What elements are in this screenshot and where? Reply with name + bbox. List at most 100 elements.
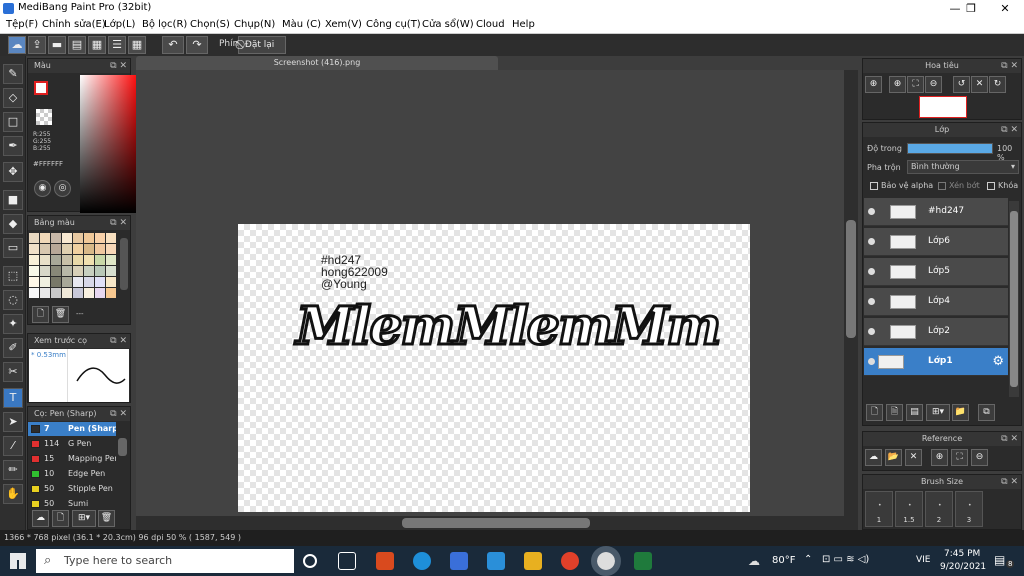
select-rect-icon[interactable]: ⬚ bbox=[3, 266, 23, 286]
grid-icon[interactable]: ▦ bbox=[128, 36, 146, 54]
brush-add-icon[interactable]: ⊞▾ bbox=[72, 510, 96, 527]
menu-view[interactable]: Xem(V) bbox=[325, 19, 362, 30]
move-tool-icon[interactable]: ✥ bbox=[3, 162, 23, 182]
panel-buttons-icon[interactable]: ⧉ ✕ bbox=[110, 59, 127, 73]
menu-layer[interactable]: Lớp(L) bbox=[104, 19, 135, 30]
layer-scrollbar[interactable] bbox=[1009, 201, 1019, 397]
menu-filter[interactable]: Bộ lọc(R) bbox=[142, 19, 187, 30]
panel-buttons-icon[interactable]: ⧉ ✕ bbox=[110, 216, 127, 230]
medibang-taskbar-icon[interactable] bbox=[591, 546, 621, 576]
ref-zoom-out-icon[interactable]: ⊖ bbox=[971, 449, 988, 466]
tray-icons[interactable]: ⊡ ▭ ≋ ◁) bbox=[822, 554, 869, 565]
palette-add-icon[interactable]: ◎ bbox=[54, 180, 71, 197]
menu-cloud[interactable]: Cloud bbox=[476, 19, 505, 30]
brush-size-cell[interactable]: • 1.5 bbox=[895, 491, 923, 527]
palette-swatch[interactable] bbox=[51, 233, 61, 243]
brush-add-cloud-icon[interactable]: ☁ bbox=[32, 510, 49, 527]
language-indicator[interactable]: VIE bbox=[916, 555, 931, 565]
palette-swatch[interactable] bbox=[62, 233, 72, 243]
duplicate-layer-icon[interactable]: ⧉ bbox=[978, 404, 995, 421]
eye-icon[interactable] bbox=[868, 358, 875, 365]
ref-cloud-icon[interactable]: ☁ bbox=[865, 449, 882, 466]
rotate-right-icon[interactable]: ↻ bbox=[989, 76, 1006, 93]
palette-swatch[interactable] bbox=[106, 233, 116, 243]
store-icon[interactable] bbox=[450, 552, 468, 570]
document-icon[interactable]: ▦ bbox=[88, 36, 106, 54]
palette-swatch[interactable] bbox=[51, 266, 61, 276]
palette-swatch[interactable] bbox=[106, 288, 116, 298]
eye-icon[interactable] bbox=[868, 328, 875, 335]
horizontal-scroll-thumb[interactable] bbox=[402, 518, 590, 528]
palette-swatch[interactable] bbox=[40, 255, 50, 265]
palette-swatch[interactable] bbox=[29, 288, 39, 298]
palette-swatch[interactable] bbox=[51, 277, 61, 287]
chrome-icon[interactable] bbox=[561, 552, 579, 570]
palette-swatch[interactable] bbox=[62, 288, 72, 298]
panel-buttons-icon[interactable]: ⧉ ✕ bbox=[1001, 475, 1018, 489]
clipping-checkbox[interactable] bbox=[938, 182, 946, 190]
select-pen-icon[interactable]: ✐ bbox=[3, 338, 23, 358]
brush-item[interactable]: 10 Edge Pen bbox=[28, 467, 116, 481]
mail-icon[interactable] bbox=[487, 552, 505, 570]
brush-item[interactable]: 50 Stipple Pen bbox=[28, 482, 116, 496]
palette-swatch[interactable] bbox=[95, 277, 105, 287]
palette-swatch[interactable] bbox=[84, 255, 94, 265]
cortana-icon[interactable] bbox=[303, 554, 317, 568]
horizontal-scrollbar[interactable] bbox=[136, 516, 858, 530]
ref-close-icon[interactable]: ✕ bbox=[905, 449, 922, 466]
palette-swatch[interactable] bbox=[73, 288, 83, 298]
zoom-in-2-icon[interactable]: ⊕ bbox=[889, 76, 906, 93]
text-tool-icon[interactable]: T bbox=[3, 388, 23, 408]
taskbar-search-input[interactable]: ⌕ Type here to search bbox=[36, 549, 294, 573]
tray-chevron-icon[interactable]: ⌃ bbox=[804, 554, 812, 565]
folder-icon[interactable]: 📁 bbox=[952, 404, 969, 421]
palette-swatch[interactable] bbox=[62, 266, 72, 276]
zoom-in-icon[interactable]: ⊕ bbox=[865, 76, 882, 93]
close-button[interactable]: ✕ bbox=[990, 0, 1020, 17]
menu-capture[interactable]: Chụp(N) bbox=[234, 19, 275, 30]
palette-swatch[interactable] bbox=[84, 277, 94, 287]
layer-scroll-thumb[interactable] bbox=[1010, 211, 1018, 387]
palette-swatch[interactable] bbox=[95, 288, 105, 298]
gear-icon[interactable]: ⚙ bbox=[992, 354, 1004, 369]
brush-item[interactable]: 50 Sumi bbox=[28, 497, 116, 511]
panel-buttons-icon[interactable]: ⧉ ✕ bbox=[1001, 432, 1018, 446]
lock-checkbox[interactable] bbox=[987, 182, 995, 190]
menu-file[interactable]: Tệp(F) bbox=[6, 19, 38, 30]
notification-icon[interactable]: ▤ bbox=[994, 553, 1005, 567]
ref-fit-icon[interactable]: ⛶ bbox=[951, 449, 968, 466]
palette-swatch[interactable] bbox=[106, 277, 116, 287]
rotate-left-icon[interactable]: ↺ bbox=[953, 76, 970, 93]
task-view-icon[interactable] bbox=[338, 552, 356, 570]
layer-row[interactable]: Lớp2 bbox=[864, 318, 1008, 346]
opacity-slider[interactable] bbox=[907, 143, 993, 154]
palette-swatch[interactable] bbox=[40, 288, 50, 298]
palette-swatch[interactable] bbox=[62, 277, 72, 287]
brush-scrollbar[interactable] bbox=[118, 438, 127, 456]
brush-size-cell[interactable]: • 2 bbox=[925, 491, 953, 527]
palette-swatch[interactable] bbox=[29, 277, 39, 287]
panel-buttons-icon[interactable]: ⧉ ✕ bbox=[110, 407, 127, 421]
palette-swatch-grid[interactable] bbox=[29, 233, 117, 299]
palette-swatch[interactable] bbox=[84, 288, 94, 298]
palette-swatch[interactable] bbox=[95, 266, 105, 276]
ref-zoom-in-icon[interactable]: ⊕ bbox=[931, 449, 948, 466]
brush-delete-icon[interactable]: 🗑 bbox=[98, 510, 115, 527]
ref-open-icon[interactable]: 📂 bbox=[885, 449, 902, 466]
layer-row[interactable]: #hd247 bbox=[864, 198, 1008, 226]
eyedropper-icon[interactable]: ⁄ bbox=[3, 436, 23, 456]
document-tab[interactable]: Screenshot (416).png bbox=[136, 56, 498, 70]
palette-swatch[interactable] bbox=[95, 244, 105, 254]
palette-swatch[interactable] bbox=[95, 233, 105, 243]
edge-icon[interactable] bbox=[413, 552, 431, 570]
clock-date[interactable]: 9/20/2021 bbox=[940, 562, 986, 572]
fill-rect-icon[interactable]: ■ bbox=[3, 190, 23, 210]
palette-swatch[interactable] bbox=[40, 277, 50, 287]
hand-icon[interactable]: ✋ bbox=[3, 484, 23, 504]
palette-swatch[interactable] bbox=[62, 244, 72, 254]
eraser-tool-icon[interactable]: ◇ bbox=[3, 88, 23, 108]
eye-icon[interactable] bbox=[868, 238, 875, 245]
panel-buttons-icon[interactable]: ⧉ ✕ bbox=[1001, 123, 1018, 137]
gradient-icon[interactable]: ▭ bbox=[3, 238, 23, 258]
palette-swatch[interactable] bbox=[73, 277, 83, 287]
